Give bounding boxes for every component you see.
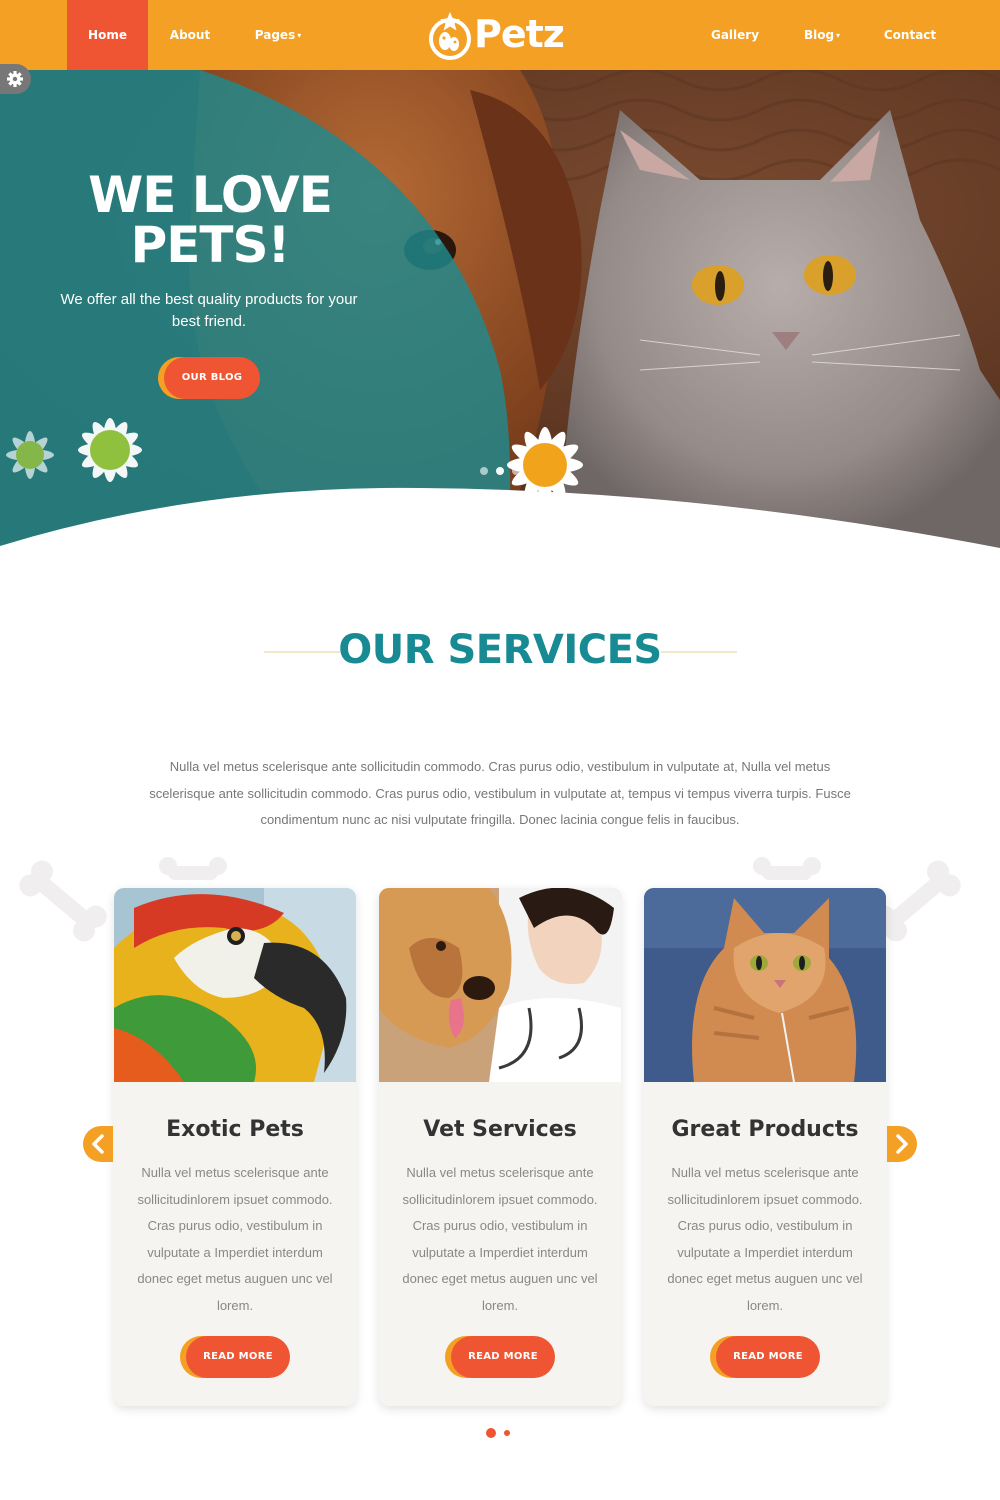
page-dot[interactable] bbox=[504, 1430, 510, 1436]
service-card-exotic-pets: Exotic Pets Nulla vel metus scelerisque … bbox=[114, 888, 356, 1406]
settings-toggle[interactable] bbox=[0, 64, 31, 94]
read-more-button[interactable]: READ MORE bbox=[716, 1336, 820, 1378]
cat-photo bbox=[644, 888, 886, 1082]
hero-title: WE LOVE PETS! bbox=[60, 170, 360, 270]
prev-button[interactable] bbox=[83, 1126, 113, 1162]
next-button[interactable] bbox=[887, 1126, 917, 1162]
vet-photo bbox=[379, 888, 621, 1082]
nav-gallery[interactable]: Gallery bbox=[700, 0, 770, 70]
bone-icon bbox=[159, 857, 227, 880]
logo[interactable]: Petz bbox=[428, 8, 573, 62]
service-card-great-products: Great Products Nulla vel metus scelerisq… bbox=[644, 888, 886, 1406]
chevron-left-icon bbox=[92, 1134, 104, 1154]
nav-contact[interactable]: Contact bbox=[872, 0, 948, 70]
nav-blog[interactable]: Blog ▾ bbox=[790, 0, 854, 70]
gear-icon bbox=[7, 71, 23, 87]
service-card-vet-services: Vet Services Nulla vel metus scelerisque… bbox=[379, 888, 621, 1406]
bone-icon bbox=[753, 857, 821, 880]
nav-gallery-label: Gallery bbox=[710, 28, 760, 42]
page-dot[interactable] bbox=[486, 1428, 496, 1438]
top-nav: Home About Pages ▾ Petz Gallery Blog ▾ Con… bbox=[0, 0, 1000, 70]
bone-icon bbox=[19, 860, 107, 942]
hero-slider: WE LOVE PETS! We offer all the best qual… bbox=[0, 70, 1000, 550]
card-text: Nulla vel metus scelerisque ante sollici… bbox=[137, 1165, 333, 1313]
hero-slide-dot[interactable] bbox=[512, 467, 520, 475]
caret-down-icon: ▾ bbox=[836, 31, 841, 40]
parrot-photo bbox=[114, 888, 356, 1082]
services-intro: Nulla vel metus scelerisque ante sollici… bbox=[149, 759, 851, 827]
hero-title-line1: WE LOVE bbox=[88, 166, 333, 224]
logo-text: Petz bbox=[474, 12, 565, 56]
our-blog-button[interactable]: OUR BLOG bbox=[164, 357, 260, 399]
pet-logo-icon bbox=[429, 12, 471, 60]
hero-slide-dot[interactable] bbox=[480, 467, 488, 475]
card-title: Exotic Pets bbox=[166, 1117, 304, 1142]
section-title: OUR SERVICES bbox=[338, 627, 662, 673]
nav-home[interactable]: Home bbox=[67, 0, 148, 70]
read-more-button[interactable]: READ MORE bbox=[451, 1336, 555, 1378]
card-text: Nulla vel metus scelerisque ante sollici… bbox=[402, 1165, 598, 1313]
chevron-right-icon bbox=[896, 1134, 908, 1154]
nav-home-label: Home bbox=[88, 28, 127, 42]
hero-slide-dot[interactable] bbox=[496, 467, 504, 475]
card-text: Nulla vel metus scelerisque ante sollici… bbox=[667, 1165, 863, 1313]
nav-about[interactable]: About bbox=[151, 0, 229, 70]
nav-about-label: About bbox=[169, 28, 211, 42]
nav-pages[interactable]: Pages ▾ bbox=[236, 0, 320, 70]
card-title: Great Products bbox=[671, 1117, 859, 1142]
card-title: Vet Services bbox=[423, 1117, 577, 1142]
hero-subtitle: We offer all the best quality products f… bbox=[60, 291, 358, 330]
caret-down-icon: ▾ bbox=[297, 31, 302, 40]
nav-pages-label: Pages bbox=[254, 28, 296, 42]
nav-contact-label: Contact bbox=[883, 28, 937, 42]
read-more-button[interactable]: READ MORE bbox=[186, 1336, 290, 1378]
hero-title-line2: PETS! bbox=[130, 216, 291, 274]
nav-blog-label: Blog bbox=[803, 28, 835, 42]
